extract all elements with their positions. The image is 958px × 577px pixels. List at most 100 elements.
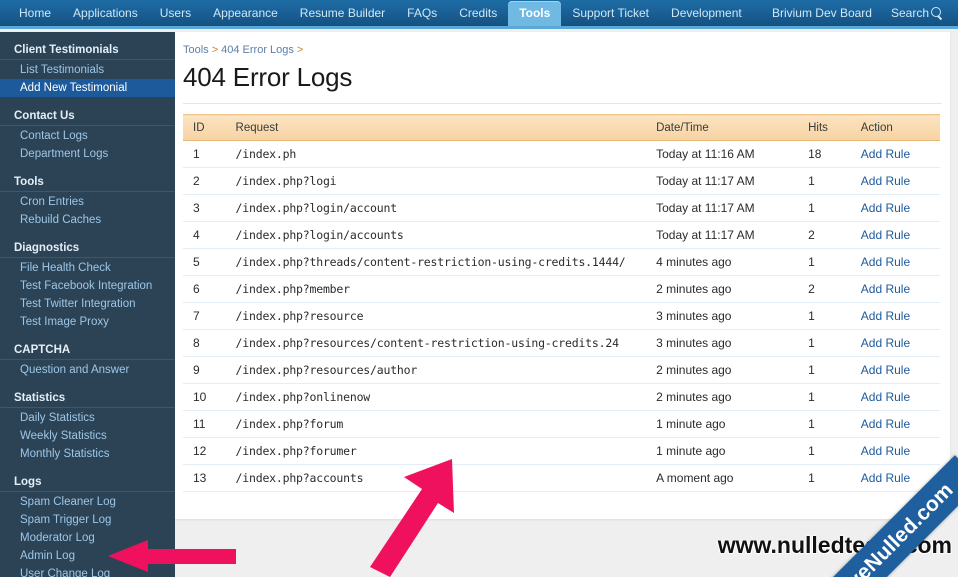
breadcrumb-item-404-error-logs[interactable]: 404 Error Logs [221, 44, 294, 56]
cell-action: Add Rule [850, 302, 940, 330]
sidebar-item-department-logs[interactable]: Department Logs [0, 145, 175, 163]
add-rule-link[interactable]: Add Rule [861, 147, 910, 161]
error-logs-table: ID Request Date/Time Hits Action 1/index… [183, 114, 940, 492]
nav-item-resume-builder[interactable]: Resume Builder [289, 1, 396, 26]
cell-hits: 2 [798, 221, 851, 249]
cell-hits: 18 [798, 140, 851, 168]
sidebar-item-test-image-proxy[interactable]: Test Image Proxy [0, 313, 175, 331]
cell-action: Add Rule [850, 275, 940, 303]
sidebar-item-spam-cleaner-log[interactable]: Spam Cleaner Log [0, 493, 175, 511]
add-rule-link[interactable]: Add Rule [861, 201, 910, 215]
sidebar-group-title-contact-us: Contact Us [0, 106, 175, 126]
sidebar-group-spacer [0, 381, 175, 388]
cell-datetime: Today at 11:16 AM [646, 140, 799, 168]
cell-hits: 1 [798, 356, 851, 384]
table-row: 2/index.php?logi Today at 11:17 AM 1 Add Ru… [183, 167, 940, 195]
cell-action: Add Rule [850, 194, 940, 222]
table-header: ID Request Date/Time Hits Action [183, 114, 940, 141]
table-row: 10/index.php?onlinenow 2 minutes ago 1 Add … [183, 383, 940, 411]
add-rule-link[interactable]: Add Rule [861, 255, 910, 269]
nav-item-applications[interactable]: Applications [62, 1, 149, 26]
column-header-datetime[interactable]: Date/Time [646, 114, 799, 141]
cell-request: /index.php?logi [225, 167, 647, 195]
cell-hits: 1 [798, 302, 851, 330]
add-rule-link[interactable]: Add Rule [861, 309, 910, 323]
search-label: Search [890, 6, 929, 20]
sidebar-item-file-health-check[interactable]: File Health Check [0, 259, 175, 277]
cell-hits: 1 [798, 410, 851, 438]
cell-action: Add Rule [850, 383, 940, 411]
nav-item-credits[interactable]: Credits [448, 1, 508, 26]
sidebar-item-monthly-statistics[interactable]: Monthly Statistics [0, 445, 175, 463]
cell-datetime: 2 minutes ago [646, 275, 799, 303]
sidebar-item-question-and-answer[interactable]: Question and Answer [0, 361, 175, 379]
cell-action: Add Rule [850, 167, 940, 195]
table-row: 3/index.php?login/account Today at 11:17 … [183, 194, 940, 222]
breadcrumb-item-tools[interactable]: Tools [183, 44, 209, 56]
sidebar-item-rebuild-caches[interactable]: Rebuild Caches [0, 211, 175, 229]
sidebar-group-client-testimonials: Client Testimonials List Testimonials Add … [0, 40, 175, 97]
cell-datetime: 3 minutes ago [646, 302, 799, 330]
cell-action: Add Rule [850, 221, 940, 249]
sidebar-group-spacer [0, 99, 175, 106]
cell-id: 3 [183, 194, 226, 222]
column-header-id[interactable]: ID [183, 114, 226, 141]
nav-item-support-ticket[interactable]: Support Ticket [561, 1, 660, 26]
nav-brivium-dev-board[interactable]: Brivium Dev Board [761, 1, 883, 26]
cell-request: /index.php?login/account [225, 194, 647, 222]
sidebar-group-title-logs: Logs [0, 472, 175, 492]
add-rule-link[interactable]: Add Rule [861, 417, 910, 431]
add-rule-link[interactable]: Add Rule [861, 228, 910, 242]
add-rule-link[interactable]: Add Rule [861, 282, 910, 296]
add-rule-link[interactable]: Add Rule [861, 363, 910, 377]
add-rule-link[interactable]: Add Rule [861, 390, 910, 404]
cell-id: 11 [183, 410, 226, 438]
cell-datetime: A moment ago [646, 464, 799, 492]
table-row: 8/index.php?resources/content-restrictio… [183, 329, 940, 357]
column-header-request[interactable]: Request [225, 114, 647, 141]
cell-datetime: 2 minutes ago [646, 356, 799, 384]
add-rule-link[interactable]: Add Rule [861, 174, 910, 188]
sidebar-group-title-captcha: CAPTCHA [0, 340, 175, 360]
nav-item-tools[interactable]: Tools [508, 1, 562, 26]
sidebar-item-test-twitter-integration[interactable]: Test Twitter Integration [0, 295, 175, 313]
sidebar-item-list-testimonials[interactable]: List Testimonials [0, 61, 175, 79]
table-row: 1/index.ph Today at 11:16 AM 18 Add Rule [183, 140, 940, 168]
add-rule-link[interactable]: Add Rule [861, 444, 910, 458]
cell-action: Add Rule [850, 437, 940, 465]
cell-hits: 1 [798, 167, 851, 195]
cell-request: /index.php?resources/author [225, 356, 647, 384]
sidebar-item-test-facebook-integration[interactable]: Test Facebook Integration [0, 277, 175, 295]
sidebar-group-spacer [0, 231, 175, 238]
nav-item-appearance[interactable]: Appearance [202, 1, 289, 26]
sidebar-group-statistics: Statistics Daily Statistics Weekly Statist… [0, 388, 175, 463]
breadcrumb-separator-2: > [296, 44, 304, 56]
cell-action: Add Rule [850, 356, 940, 384]
cell-action: Add Rule [850, 329, 940, 357]
nav-item-faqs[interactable]: FAQs [396, 1, 448, 26]
nav-item-users[interactable]: Users [149, 1, 202, 26]
cell-request: /index.ph [225, 140, 647, 168]
add-rule-link[interactable]: Add Rule [861, 336, 910, 350]
cell-request: /index.php?login/accounts [225, 221, 647, 249]
add-rule-link[interactable]: Add Rule [861, 471, 910, 485]
nav-item-development[interactable]: Development [660, 1, 753, 26]
sidebar-item-cron-entries[interactable]: Cron Entries [0, 193, 175, 211]
column-header-hits[interactable]: Hits [798, 114, 851, 141]
sidebar-item-contact-logs[interactable]: Contact Logs [0, 127, 175, 145]
sidebar-group-title-client-testimonials: Client Testimonials [0, 40, 175, 60]
table-header-row: ID Request Date/Time Hits Action [183, 114, 940, 141]
sidebar-item-spam-trigger-log[interactable]: Spam Trigger Log [0, 511, 175, 529]
search-button[interactable]: Search [883, 1, 950, 26]
sidebar-item-weekly-statistics[interactable]: Weekly Statistics [0, 427, 175, 445]
cell-datetime: 3 minutes ago [646, 329, 799, 357]
cell-id: 13 [183, 464, 226, 492]
search-icon[interactable] [931, 6, 944, 20]
admin-page: Home Applications Users Appearance Resume Bu… [0, 0, 958, 577]
top-nav-right: Brivium Dev Board Search [761, 1, 958, 26]
sidebar-item-add-new-testimonial[interactable]: Add New Testimonial [0, 79, 175, 97]
nav-item-home[interactable]: Home [8, 1, 62, 26]
top-navigation-bar: Home Applications Users Appearance Resume Bu… [0, 0, 958, 29]
sidebar-item-daily-statistics[interactable]: Daily Statistics [0, 409, 175, 427]
column-header-action: Action [850, 114, 940, 141]
